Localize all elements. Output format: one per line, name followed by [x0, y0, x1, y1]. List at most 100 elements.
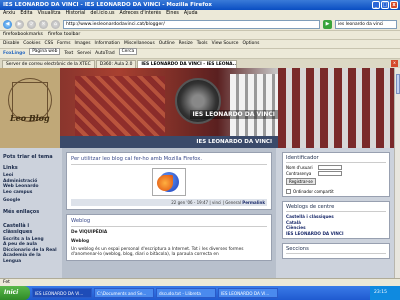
- forward-button[interactable]: ▶: [15, 19, 24, 29]
- window-controls: _ □ x: [372, 1, 398, 9]
- webdev-disable[interactable]: Disable: [3, 41, 19, 47]
- webdev-tools[interactable]: Tools: [197, 41, 208, 47]
- bookmark-firefoxbookmarks[interactable]: firefoxbookmarks: [3, 32, 43, 38]
- window-titlebar: IES LEONARDO DA VINCI - IES LEONARDO DA …: [0, 0, 400, 10]
- scrollbar-thumb[interactable]: [396, 74, 400, 94]
- menu-file[interactable]: Arxiu: [3, 11, 15, 17]
- tab-strip: Server de correu electrònic de la XTEC D…: [0, 59, 400, 68]
- foxlingo-search[interactable]: Cerca: [118, 48, 138, 55]
- webdev-cookies[interactable]: Cookies: [23, 41, 40, 47]
- webdev-images[interactable]: Images: [75, 41, 91, 47]
- blog-banner: Leo Blog IES LEONARDO DA VINCI IES LEONA…: [0, 68, 396, 148]
- sections-heading: Seccions: [286, 246, 386, 254]
- window-title: IES LEONARDO DA VINCI - IES LEONARDO DA …: [3, 2, 212, 8]
- link-google[interactable]: Google: [3, 198, 57, 204]
- task-explorer[interactable]: C:\Documents and Se...: [94, 288, 154, 298]
- webdev-forms[interactable]: Forms: [57, 41, 70, 47]
- username-field[interactable]: [318, 165, 342, 170]
- sections-box: Seccions: [282, 243, 390, 259]
- post-title[interactable]: Per utilitzar leo blog cal fer-ho amb Mo…: [71, 156, 267, 165]
- menu-edit[interactable]: Edita: [20, 11, 32, 17]
- menu-help[interactable]: Ajuda: [184, 11, 198, 17]
- login-heading: Identificador: [286, 155, 386, 163]
- webdev-outline[interactable]: Outline: [159, 41, 175, 47]
- post-meta-text: 22 gen '06 - 19:47 | vinci | General: [171, 200, 241, 205]
- banner-right-image: [278, 68, 396, 148]
- remember-checkbox[interactable]: [286, 189, 291, 194]
- vote-heading[interactable]: Pots triar el tema: [3, 154, 57, 160]
- site-name: IES LEONARDO DA VINCI: [189, 110, 278, 119]
- right-sidebar: Identificador Nom d'usuari Contrasenya R…: [278, 148, 394, 286]
- more-links[interactable]: Més enllaços: [3, 209, 57, 215]
- post-meta: 22 gen '06 - 19:47 | vinci | General Per…: [71, 199, 267, 206]
- post-heading: Weblog: [71, 239, 90, 245]
- task-firefox[interactable]: IES LEONARDO DA VI...: [32, 288, 92, 298]
- link-leo-campus[interactable]: Leo campus: [3, 190, 57, 196]
- address-bar[interactable]: http://www.iesleonardodavinci.cat/blogge…: [63, 19, 320, 29]
- webdev-resize[interactable]: Resize: [179, 41, 193, 47]
- maximize-button[interactable]: □: [381, 1, 389, 9]
- tab-xtec-mail[interactable]: Server de correu electrònic de la XTEC: [2, 60, 95, 68]
- blog-title-bar[interactable]: IES LEONARDO DA VINCI: [60, 136, 278, 148]
- firefox-logo: [152, 168, 186, 196]
- weblogs-box: Weblogs de centre Castellà i clàssiques …: [282, 201, 390, 239]
- webdev-miscellaneous[interactable]: Miscellaneous: [124, 41, 155, 47]
- back-button[interactable]: ◀: [3, 19, 12, 29]
- username-label: Nom d'usuari: [286, 165, 313, 170]
- webdev-options[interactable]: Options: [242, 41, 259, 47]
- post-title[interactable]: Weblog: [71, 218, 267, 227]
- task-notepad[interactable]: dscudo.txt - Llibreta: [156, 288, 216, 298]
- permalink-link[interactable]: Permalink: [242, 200, 265, 205]
- tab-aula[interactable]: D360: Aula 2.0: [95, 60, 137, 68]
- menu-bookmarks[interactable]: Adreces d'interès: [120, 11, 162, 17]
- password-row: Contrasenya: [286, 171, 386, 176]
- task-firefox-2[interactable]: IES LEONARDO DA VI...: [218, 288, 278, 298]
- menu-delicious[interactable]: del.icio.us: [90, 11, 114, 17]
- page-scrollbar[interactable]: [394, 68, 400, 286]
- system-clock: 23:15: [370, 286, 400, 300]
- start-button[interactable]: Inici: [0, 286, 30, 300]
- castella-heading: Castellà i clàssiques: [3, 222, 33, 235]
- weblogs-heading: Weblogs de centre: [286, 204, 386, 212]
- stop-button[interactable]: ✕: [39, 19, 48, 29]
- post-firefox: Per utilitzar leo blog cal fer-ho amb Mo…: [66, 152, 272, 210]
- minimize-button[interactable]: _: [372, 1, 380, 9]
- reload-button[interactable]: ⟳: [27, 19, 36, 29]
- foxlingo-service[interactable]: Servei: [77, 51, 91, 56]
- firefox-globe-icon: [157, 172, 179, 192]
- post-weblog: Weblog De VIQUIPÈDIA Weblog Un weblog és…: [66, 214, 272, 262]
- menu-view[interactable]: Visualitza: [38, 11, 61, 17]
- home-button[interactable]: ⌂: [51, 19, 60, 29]
- status-bar: Fet: [0, 278, 400, 286]
- bookmarks-toolbar: firefoxbookmarks firefox toolbar: [0, 31, 400, 40]
- post-body: Un weblog és un espai personal d'escript…: [71, 246, 244, 257]
- vitruvian-logo: Leo Blog: [0, 68, 60, 148]
- motherboard-image: [75, 76, 165, 136]
- bookmark-firefox-toolbar[interactable]: firefox toolbar: [48, 32, 80, 38]
- foxlingo-text[interactable]: Text: [64, 51, 73, 56]
- search-input[interactable]: ies leonardo da vinci: [335, 19, 397, 29]
- status-text: Fet: [3, 280, 10, 285]
- links-heading: Links: [3, 165, 18, 171]
- menu-bar: Arxiu Edita Visualitza Historial del.ici…: [0, 10, 400, 18]
- webdev-view-source[interactable]: View Source: [212, 41, 239, 47]
- webdev-information[interactable]: Information: [95, 41, 120, 47]
- tab-ies-leonardo[interactable]: IES LEONARDO DA VINCI - IES LEONA...: [137, 60, 238, 68]
- username-row: Nom d'usuari: [286, 165, 386, 170]
- ram-slots-image: [230, 74, 280, 138]
- menu-history[interactable]: Historial: [66, 11, 86, 17]
- foxlingo-autotrad[interactable]: AutoTrad: [95, 51, 115, 56]
- windows-taskbar: Inici IES LEONARDO DA VI... C:\Documents…: [0, 286, 400, 300]
- foxlingo-toolbar: FoxLingo Pàgina web Text Servei AutoTrad…: [0, 48, 400, 59]
- foxlingo-page[interactable]: Pàgina web: [29, 48, 61, 55]
- go-button[interactable]: ▶: [323, 19, 332, 29]
- register-button[interactable]: Registrar-se: [286, 178, 316, 185]
- firefox-fox-icon: [157, 175, 173, 191]
- castella-item[interactable]: Academia de la Lengua: [3, 253, 57, 264]
- close-button[interactable]: x: [390, 1, 398, 9]
- close-tab-icon[interactable]: x: [391, 60, 398, 67]
- password-field[interactable]: [318, 171, 342, 176]
- webdev-css[interactable]: CSS: [45, 41, 54, 47]
- weblog-link[interactable]: IES LEONARDO DA VINCI: [286, 231, 386, 237]
- menu-tools[interactable]: Eines: [166, 11, 179, 17]
